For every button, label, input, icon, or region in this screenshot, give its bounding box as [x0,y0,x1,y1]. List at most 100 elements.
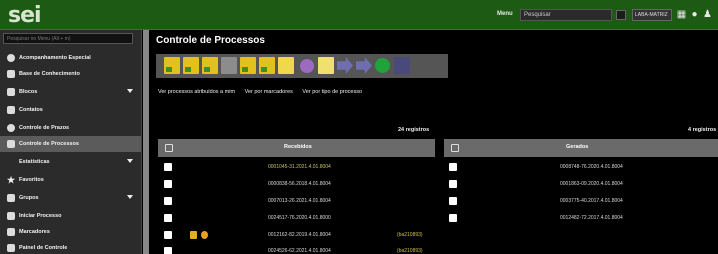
contacts-icon [7,106,15,114]
process-toolbar [156,54,448,78]
folder-conclude-icon[interactable] [240,57,256,74]
sidebar-item-acompanhamento[interactable]: Acompanhamento Especial [0,50,141,66]
row-checkbox[interactable] [449,163,457,171]
sidebar-item-iniciar-processo[interactable]: Iniciar Processo [0,208,141,224]
sidebar-menu: Pesquisar no Menu (Alt + m) Acompanhamen… [0,30,142,254]
row-checkbox[interactable] [449,180,457,188]
sidebar-item-contatos[interactable]: Contatos [0,102,141,118]
clock-icon [7,124,15,132]
sidebar-item-base-conhecimento[interactable]: Base de Conhecimento [0,66,141,82]
eye-icon[interactable] [300,59,314,73]
menu-label: Menu [497,11,513,17]
forward-arrow-icon[interactable] [337,57,353,74]
list-icon [7,140,15,148]
row-checkbox[interactable] [164,180,172,188]
sidebar-item-label: Painel de Controle [19,245,68,251]
process-link[interactable]: 0024526-62.2021.4.01.8004 [268,248,331,254]
chevron-down-icon [127,195,133,199]
sidebar-item-controle-prazos[interactable]: Controle de Prazos [0,120,141,136]
generated-count: 4 registros [688,127,717,133]
row-checkbox[interactable] [164,247,172,254]
sidebar-item-label: Contatos [19,107,43,113]
menu-search-input[interactable]: Pesquisar no Menu (Alt + m) [3,33,133,44]
book-icon [7,70,15,78]
select-all-received-checkbox[interactable] [165,144,173,152]
view-links: Ver processos atribuídos a mim Ver por m… [158,89,370,95]
page-title: Controle de Processos [156,35,265,46]
process-link[interactable]: 0012482-72.2017.4.01.8004 [560,215,623,221]
generated-header-label: Gerados [566,144,589,150]
search-button[interactable] [616,10,626,20]
dashboard-icon [7,244,15,252]
top-bar: sei Menu Pesquisar LABA-MATRIZ ▦ ● ♟ [0,0,718,30]
row-checkbox[interactable] [449,197,457,205]
link-by-markers[interactable]: Ver por marcadores [245,89,293,95]
sidebar-item-label: Acompanhamento Especial [19,55,91,61]
square-icon[interactable] [394,57,410,74]
sei-logo[interactable]: sei [8,3,42,28]
whatsapp-icon[interactable] [375,58,390,73]
group-icon [7,194,15,202]
document-icon[interactable] [278,57,294,74]
assigned-user-tag[interactable]: (ba210893) [397,248,423,254]
search-input[interactable]: Pesquisar [520,9,612,21]
process-link[interactable]: 0003775-40.2017.4.01.8004 [560,198,623,204]
block-icon [7,88,15,96]
sidebar-item-label: Marcadores [19,229,50,235]
unit-select[interactable]: LABA-MATRIZ [632,9,672,21]
sidebar-item-label: Grupos [19,195,39,201]
sidebar-item-label: Favoritos [19,177,44,183]
sidebar-item-painel-controle[interactable]: Painel de Controle [0,240,141,254]
process-link[interactable]: 0000838-56.2018.4.01.8004 [268,181,331,187]
user-icon[interactable]: ♟ [702,8,713,21]
sidebar-item-blocos[interactable]: Blocos [0,84,141,100]
note-icon[interactable] [318,57,334,74]
sidebar-item-estatisticas[interactable]: Estatísticas [0,154,141,170]
process-link[interactable]: 0001045-31.2021.4.01.8004 [268,164,331,170]
received-count: 24 registros [398,127,430,133]
folder-sign-icon[interactable] [259,57,275,74]
tag-icon [7,228,15,236]
open-folder-icon[interactable] [164,57,180,74]
sidebar-item-label: Controle de Prazos [19,125,70,131]
process-link[interactable]: 0007013-26.2021.4.01.8004 [268,198,331,204]
row-checkbox[interactable] [164,231,172,239]
clock-icon[interactable] [201,231,208,239]
help-icon[interactable]: ● [689,8,700,21]
process-link[interactable]: 0012162-82.2019.4.01.8004 [268,232,331,238]
row-checkbox[interactable] [164,197,172,205]
user-assign-icon[interactable] [221,57,237,74]
sidebar-item-favoritos[interactable]: ★ Favoritos [0,172,141,188]
folder-send-icon[interactable] [183,57,199,74]
sidebar-item-label: Controle de Processos [19,141,79,147]
process-link[interactable]: 0001863-09.2020.4.01.8004 [560,181,623,187]
sidebar-item-label: Iniciar Processo [19,213,62,219]
row-checkbox[interactable] [164,214,172,222]
grid-icon[interactable]: ▦ [676,8,687,21]
star-icon: ★ [7,175,16,185]
received-table-header: Recebidos [158,139,435,157]
sidebar-item-label: Base de Conhecimento [19,71,80,77]
link-assigned-to-me[interactable]: Ver processos atribuídos a mim [158,89,235,95]
link-by-process-type[interactable]: Ver por tipo de processo [302,89,362,95]
folder-update-icon[interactable] [202,57,218,74]
received-header-label: Recebidos [284,144,312,150]
send-arrow-icon[interactable] [356,57,372,74]
eye-icon [7,54,15,62]
sidebar-item-grupos[interactable]: Grupos [0,190,141,206]
sidebar-resize-handle[interactable] [143,30,149,254]
chevron-down-icon [127,89,133,93]
sidebar-item-label: Blocos [19,89,38,95]
generated-table-header: Gerados [444,139,718,157]
chevron-down-icon [127,159,133,163]
sidebar-item-label: Estatísticas [19,159,50,165]
sidebar-item-marcadores[interactable]: Marcadores [0,224,141,240]
document-icon[interactable] [190,231,197,239]
process-link[interactable]: 0024517-76.2020.4.01.8000 [268,215,331,221]
assigned-user-tag[interactable]: (ba210893) [397,232,423,238]
sidebar-item-controle-processos[interactable]: Controle de Processos [0,136,141,152]
process-link[interactable]: 0008748-76.2020.4.01.8004 [560,164,623,170]
select-all-generated-checkbox[interactable] [451,144,459,152]
row-checkbox[interactable] [449,214,457,222]
row-checkbox[interactable] [164,163,172,171]
